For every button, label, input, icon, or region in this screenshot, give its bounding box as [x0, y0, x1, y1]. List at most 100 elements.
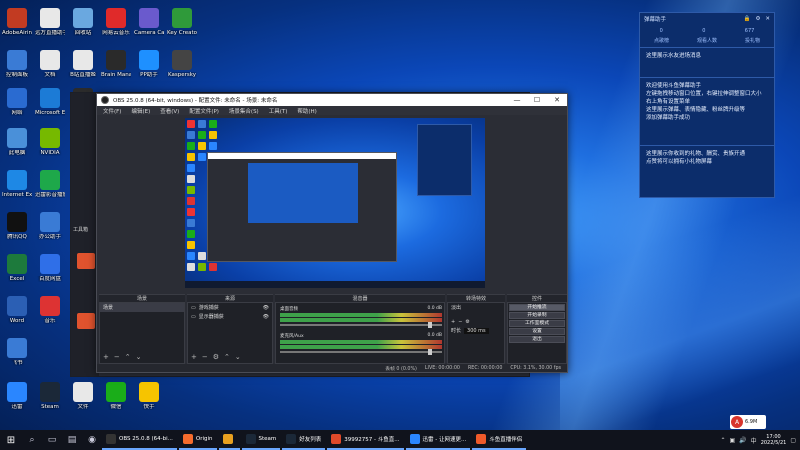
task-view-icon[interactable]: ▭ [42, 430, 62, 450]
taskbar-app[interactable]: OBS 25.0.8 (64-bi... [102, 430, 177, 450]
taskbar-app[interactable]: 斗鱼直播伴侣 [472, 430, 527, 450]
maximize-icon[interactable]: ☐ [527, 94, 547, 106]
remove-icon[interactable]: − [202, 353, 208, 361]
gear-icon[interactable]: ⚙ [213, 353, 219, 361]
menu-scene-collection[interactable]: 场景集合(S) [229, 107, 259, 115]
desktop-icon[interactable]: 控制面板 [2, 50, 32, 78]
clock[interactable]: 17:00 2022/5/21 [761, 434, 787, 446]
add-icon[interactable]: + [191, 353, 197, 361]
desktop-icon[interactable]: Excel [2, 254, 32, 282]
up-icon[interactable]: ⌃ [125, 353, 131, 361]
app-tile[interactable] [77, 253, 95, 269]
desktop-icon[interactable]: 文件 [68, 382, 98, 410]
gear-icon[interactable]: ⚙ [755, 16, 760, 22]
desktop-icon[interactable]: 此电脑 [2, 128, 32, 156]
desktop-icon[interactable]: Microsoft Edge [35, 88, 65, 116]
tab-item[interactable]: 点歌榜 [654, 37, 669, 44]
close-icon[interactable]: ✕ [547, 94, 567, 106]
obs-titlebar[interactable]: OBS 25.0.8 (64-bit, windows) - 配置文件: 未命名… [97, 94, 567, 106]
desktop-icon[interactable]: 百度网盘 [35, 254, 65, 282]
volume-slider[interactable] [280, 322, 442, 328]
desktop-icon[interactable]: 迅雷 [2, 382, 32, 410]
app-tile[interactable] [77, 313, 95, 329]
tab-item[interactable]: 观看人数 [697, 37, 717, 44]
app-icon [40, 170, 60, 190]
desktop-icon[interactable]: 迅雷影音播放 [35, 170, 65, 198]
desktop-icon[interactable]: 腾讯QQ [2, 212, 32, 240]
tray-gadget[interactable]: A 6.9M [730, 415, 766, 429]
desktop-icon[interactable]: Brain Manager [101, 50, 131, 78]
desktop-icon[interactable]: PP助手 [134, 50, 164, 78]
close-icon[interactable]: ✕ [765, 16, 770, 22]
notification-icon[interactable]: ▢ [790, 437, 796, 444]
start-streaming-button[interactable]: 开始推流 [509, 304, 565, 311]
menu-edit[interactable]: 编辑(E) [131, 107, 150, 115]
taskbar-app[interactable]: Origin [178, 430, 217, 450]
menu-help[interactable]: 帮助(H) [297, 107, 316, 115]
desktop-icon[interactable]: Internet Explorer [2, 170, 32, 198]
desktop-icon[interactable]: Kaspersky [167, 50, 197, 78]
down-icon[interactable]: ⌄ [136, 353, 142, 361]
settings-button[interactable]: 设置 [509, 328, 565, 335]
remove-icon[interactable]: − [114, 353, 120, 361]
desktop-icon[interactable]: 网易云音乐 [101, 8, 131, 36]
windows-start-icon[interactable]: ⊞ [0, 430, 22, 450]
transition-select[interactable]: 淡出 [448, 303, 504, 312]
lock-icon[interactable]: 🔒 [744, 16, 751, 22]
taskbar-app[interactable]: 好友列表 [282, 430, 326, 450]
taskbar-app[interactable] [218, 430, 240, 450]
taskbar-app[interactable]: 迅雷 - 让网速更... [405, 430, 471, 450]
studio-mode-button[interactable]: 工作室模式 [509, 320, 565, 327]
source-item[interactable]: ▭ 游戏捕获 👁 [188, 303, 272, 312]
file-explorer-icon[interactable]: ▤ [62, 430, 82, 450]
menu-tools[interactable]: 工具(T) [269, 107, 288, 115]
desktop-icon[interactable]: 办公助手 [35, 212, 65, 240]
sidebar-item[interactable]: 工具箱 [71, 223, 99, 236]
danmaku-assistant-panel[interactable]: 弹幕助手 🔒 ⚙ ✕ 0 0 677 点歌榜 观看人数 投礼物 这里展示水友进场… [639, 12, 775, 198]
eye-icon[interactable]: 👁 [263, 305, 269, 311]
volume-slider[interactable] [280, 349, 442, 355]
desktop-icon[interactable]: Steam [35, 382, 65, 410]
volume-icon[interactable]: 🔊 [739, 437, 746, 444]
obs-preview[interactable] [185, 118, 485, 288]
tray-up-icon[interactable]: ⌃ [720, 437, 725, 444]
desktop-icon[interactable]: 回收站 [68, 8, 98, 36]
desktop-icon[interactable]: AdobeAirin... [2, 8, 32, 36]
desktop-icon[interactable]: 文档 [35, 50, 65, 78]
source-item[interactable]: ▭ 显示器捕获 👁 [188, 312, 272, 321]
search-icon[interactable]: ⌕ [22, 430, 42, 450]
menu-view[interactable]: 查看(V) [160, 107, 179, 115]
menu-profile[interactable]: 配置文件(P) [189, 107, 219, 115]
desktop-icon[interactable]: 飞书 [2, 338, 32, 366]
taskbar-app[interactable]: 39992757 - 斗鱼直... [327, 430, 404, 450]
obs-window[interactable]: OBS 25.0.8 (64-bit, windows) - 配置文件: 未命名… [96, 93, 568, 373]
remove-icon[interactable]: − [458, 319, 462, 325]
desktop-icon[interactable]: 微信 [101, 382, 131, 410]
menu-file[interactable]: 文件(F) [103, 107, 121, 115]
desktop-icon[interactable]: 音乐 [35, 296, 65, 324]
minimize-icon[interactable]: — [507, 94, 527, 106]
start-recording-button[interactable]: 开始录制 [509, 312, 565, 319]
desktop-icon[interactable]: Key Creator [167, 8, 197, 36]
desktop-icon[interactable]: 远方直播助手 [35, 8, 65, 36]
taskbar-app[interactable]: Steam [241, 430, 281, 450]
scene-item[interactable]: 场景 [100, 303, 184, 312]
ime-icon[interactable]: 中 [751, 436, 757, 445]
exit-button[interactable]: 退出 [509, 336, 565, 343]
desktop-icon[interactable]: 网络 [2, 88, 32, 116]
eye-icon[interactable]: 👁 [263, 314, 269, 320]
desktop-icon[interactable]: Word [2, 296, 32, 324]
tab-item[interactable]: 投礼物 [745, 37, 760, 44]
add-icon[interactable]: + [451, 319, 455, 325]
down-icon[interactable]: ⌄ [235, 353, 241, 361]
desktop-icon[interactable]: B站直播姬 [68, 50, 98, 78]
duration-input[interactable]: 300 ms [464, 327, 489, 334]
up-icon[interactable]: ⌃ [224, 353, 230, 361]
desktop-icon[interactable]: NVIDIA [35, 128, 65, 156]
add-icon[interactable]: + [103, 353, 109, 361]
gear-icon[interactable]: ⚙ [465, 319, 469, 325]
desktop-icon[interactable]: Camera Camera [134, 8, 164, 36]
steam-icon[interactable]: ◉ [82, 430, 102, 450]
network-icon[interactable]: ▣ [730, 437, 736, 444]
desktop-icon[interactable]: 快手 [134, 382, 164, 410]
